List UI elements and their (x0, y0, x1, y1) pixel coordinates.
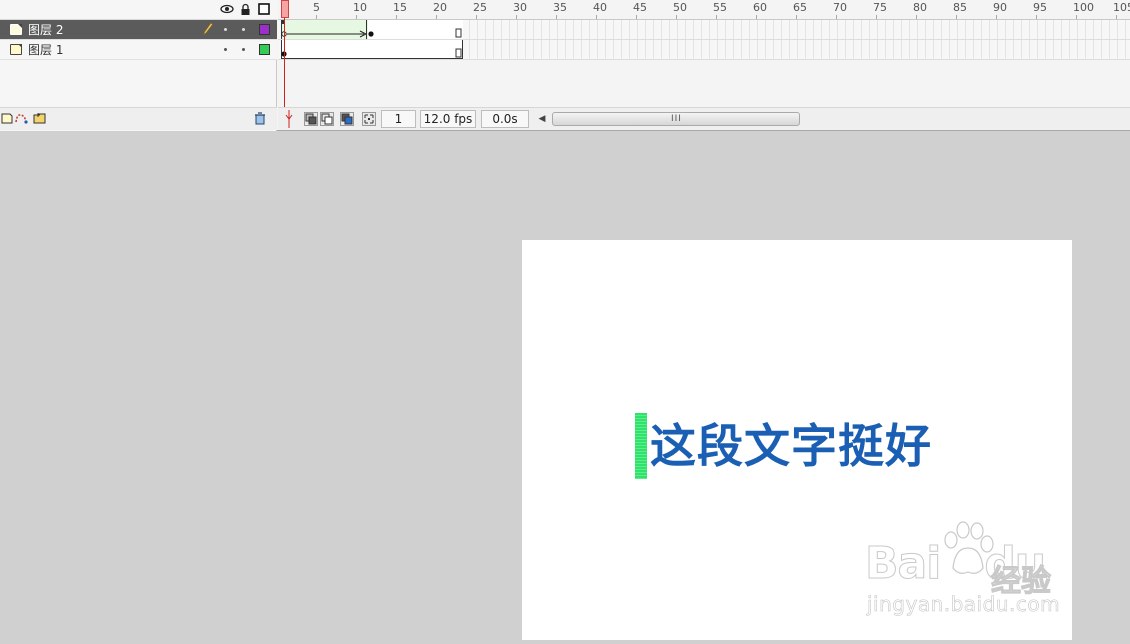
layer-header (0, 0, 277, 20)
layer-row-1[interactable]: 图层 1 (0, 40, 277, 60)
ruler-tick (396, 15, 397, 19)
ruler-label: 95 (1033, 1, 1047, 14)
ruler-tick (796, 15, 797, 19)
insert-folder-icon[interactable] (33, 111, 47, 125)
ruler-label: 10 (353, 1, 367, 14)
ruler-label: 80 (913, 1, 927, 14)
layer-icon (10, 44, 22, 55)
layer-name[interactable]: 图层 1 (28, 43, 63, 57)
ruler-label: 75 (873, 1, 887, 14)
ruler-tick (996, 15, 997, 19)
ruler-tick (1036, 15, 1037, 19)
ruler-tick (476, 15, 477, 19)
pencil-icon (203, 22, 214, 39)
layer-color-swatch[interactable] (259, 44, 270, 55)
ruler-label: 65 (793, 1, 807, 14)
ruler-tick (596, 15, 597, 19)
lock-dot[interactable] (242, 28, 245, 31)
onion-skin-outlines-icon[interactable] (320, 112, 334, 126)
frame-empty-area (278, 60, 1130, 107)
ruler-label: 60 (753, 1, 767, 14)
visibility-dot[interactable] (224, 28, 227, 31)
ruler-label: 85 (953, 1, 967, 14)
text-edit-cursor (635, 413, 647, 479)
ruler-tick (676, 15, 677, 19)
frame-status-bar: 1 12.0 fps 0.0s ◀ III (278, 107, 1130, 130)
ruler-tick (1116, 15, 1117, 19)
layer-panel: 图层 2 图层 1 (0, 0, 277, 131)
ruler-tick (876, 15, 877, 19)
scroll-grip[interactable]: III (671, 114, 682, 124)
ruler-label: 100 (1073, 1, 1094, 14)
onion-skin-icon[interactable] (304, 112, 318, 126)
ruler-label: 5 (313, 1, 320, 14)
ruler-label: 90 (993, 1, 1007, 14)
layer-toolbar (0, 107, 277, 130)
ruler-tick (436, 15, 437, 19)
ruler-tick (636, 15, 637, 19)
scroll-left-arrow-icon[interactable]: ◀ (536, 112, 548, 126)
ruler-label: 20 (433, 1, 447, 14)
ruler-label: 70 (833, 1, 847, 14)
ruler-label: 30 (513, 1, 527, 14)
ruler-tick (1076, 15, 1077, 19)
ruler-label: 50 (673, 1, 687, 14)
stage-canvas[interactable]: 这段文字挺好 (522, 240, 1072, 640)
elapsed-time-field: 0.0s (481, 110, 529, 128)
ruler-tick (356, 15, 357, 19)
delete-layer-icon[interactable] (253, 111, 267, 125)
ruler-tick (836, 15, 837, 19)
keyframe-markers (281, 48, 462, 58)
frame-row-layer-2[interactable] (278, 20, 1130, 40)
eye-icon[interactable] (220, 2, 234, 16)
ruler-label: 35 (553, 1, 567, 14)
ruler-label: 55 (713, 1, 727, 14)
ruler-label: 25 (473, 1, 487, 14)
ruler-tick (916, 15, 917, 19)
current-frame-field[interactable]: 1 (381, 110, 416, 128)
outline-icon[interactable] (257, 2, 271, 16)
insert-layer-icon[interactable] (0, 111, 14, 125)
ruler-tick (316, 15, 317, 19)
layer-row-2[interactable]: 图层 2 (0, 20, 277, 40)
center-frame-icon[interactable] (281, 110, 297, 128)
lock-icon[interactable] (238, 2, 252, 16)
motion-tween-arrow (281, 20, 462, 39)
timeline-panel: 图层 2 图层 1 5 10 15 20 25 30 35 40 45 50 5… (0, 0, 1130, 131)
add-motion-guide-icon[interactable] (14, 111, 28, 125)
frames-area: 1510152025303540455055606570758085909510… (278, 0, 1130, 131)
modify-onion-markers-icon[interactable] (362, 112, 376, 126)
layer-name[interactable]: 图层 2 (28, 23, 63, 37)
ruler-label: 105 (1113, 1, 1130, 14)
frame-ruler[interactable]: 1510152025303540455055606570758085909510… (278, 0, 1130, 20)
ruler-label: 45 (633, 1, 647, 14)
horizontal-scrollbar[interactable]: III (552, 112, 800, 126)
visibility-dot[interactable] (224, 48, 227, 51)
playhead[interactable] (281, 0, 289, 18)
lock-dot[interactable] (242, 48, 245, 51)
frame-row-layer-1[interactable] (278, 40, 1130, 60)
layer-icon (10, 24, 22, 35)
ruler-label: 15 (393, 1, 407, 14)
ruler-tick (716, 15, 717, 19)
ruler-tick (956, 15, 957, 19)
ruler-tick (516, 15, 517, 19)
ruler-label: 40 (593, 1, 607, 14)
stage-text-field[interactable]: 这段文字挺好 (650, 418, 932, 474)
layer-color-swatch[interactable] (259, 24, 270, 35)
edit-multiple-frames-icon[interactable] (340, 112, 354, 126)
ruler-tick (756, 15, 757, 19)
ruler-tick (556, 15, 557, 19)
frame-rate-field[interactable]: 12.0 fps (420, 110, 476, 128)
